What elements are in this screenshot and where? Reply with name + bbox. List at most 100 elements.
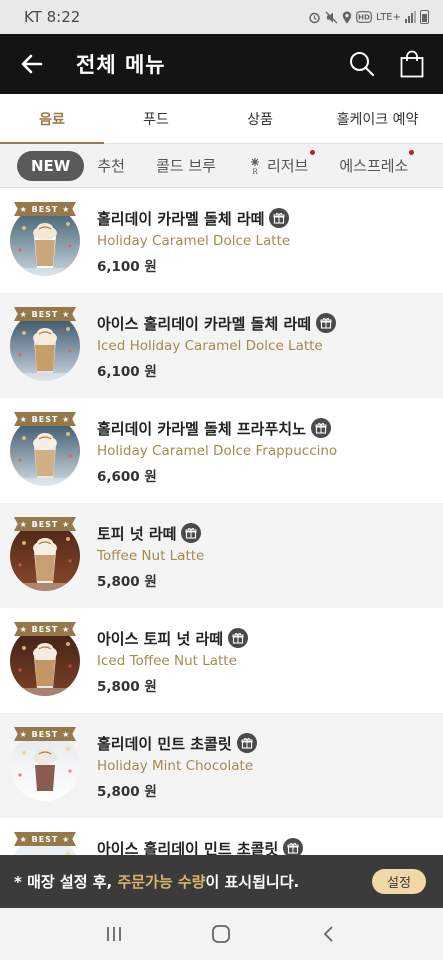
shopping-bag-icon	[400, 50, 424, 78]
menu-item[interactable]: ★ BEST ★ 홀리데이 민트 초콜릿 Holiday Mint Chocolat…	[0, 713, 443, 818]
best-badge-label: ★ BEST ★	[14, 727, 76, 741]
menu-item[interactable]: ★ BEST ★ 토피 넛 라떼 Toffee Nut Latte 5,800 원	[0, 503, 443, 608]
svg-text:HD: HD	[358, 14, 370, 22]
menu-item-name: 아이스 토피 넛 라떼	[97, 629, 224, 648]
menu-item-name-row: 토피 넛 라떼	[97, 522, 204, 544]
menu-item-english-name: Holiday Caramel Dolce Latte	[97, 233, 291, 249]
menu-item[interactable]: ★ BEST ★ 아이스 홀리데이 카라멜 돌체 라떼 Iced Holiday C…	[0, 293, 443, 398]
menu-item-name: 홀리데이 카라멜 돌체 프라푸치노	[97, 419, 306, 438]
menu-item-price: 6,600 원	[97, 469, 157, 485]
back-nav-button[interactable]	[309, 925, 349, 943]
tab-food[interactable]: 푸드	[104, 94, 208, 144]
best-badge: ★ BEST ★	[14, 307, 76, 323]
best-badge: ★ BEST ★	[14, 727, 76, 743]
menu-item-name: 아이스 홀리데이 카라멜 돌체 라떼	[97, 314, 312, 333]
tab-goods[interactable]: 상품	[208, 94, 312, 144]
menu-item-name-row: 홀리데이 카라멜 돌체 라떼	[97, 207, 290, 229]
best-badge-label: ★ BEST ★	[14, 622, 76, 636]
new-dot-indicator	[310, 150, 316, 155]
filter-espresso[interactable]: 에스프레소	[339, 150, 415, 176]
notice-suffix: 이 표시됩니다.	[205, 873, 300, 891]
menu-item-name: 홀리데이 카라멜 돌체 라떼	[97, 209, 265, 228]
gift-icon[interactable]	[310, 418, 331, 438]
carrier-time: KT 8:22	[24, 8, 81, 26]
filter-label: 리저브	[266, 157, 309, 175]
new-dot-indicator	[409, 150, 415, 155]
filter-label: 콜드 브루	[155, 157, 216, 175]
location-icon	[342, 11, 352, 23]
status-icons: HD LTE+	[308, 10, 429, 24]
menu-list: ★ BEST ★ 홀리데이 카라멜 돌체 라떼 Holiday Caramel Do…	[0, 188, 443, 923]
best-badge-label: ★ BEST ★	[14, 307, 76, 321]
menu-item-price: 5,800 원	[97, 574, 157, 590]
home-icon	[212, 925, 231, 943]
tab-whole-cake[interactable]: 홀케이크 예약	[312, 94, 443, 144]
best-badge-label: ★ BEST ★	[14, 517, 76, 531]
menu-item-info: 홀리데이 민트 초콜릿 Holiday Mint Chocolate 5,800 원	[97, 732, 257, 800]
menu-item-name-row: 아이스 토피 넛 라떼	[97, 627, 249, 649]
battery-icon	[420, 10, 429, 24]
menu-item-price: 6,100 원	[97, 259, 157, 275]
menu-item[interactable]: ★ BEST ★ 홀리데이 카라멜 돌체 프라푸치노 Holiday Caramel…	[0, 398, 443, 503]
best-badge: ★ BEST ★	[14, 202, 76, 218]
back-button[interactable]	[4, 34, 60, 94]
filter-cold-brew[interactable]: 콜드 브루	[156, 155, 216, 176]
app-screen: KT 8:22 HD LTE+ 전체 메뉴 음료 푸드 상품 홀케이크 예약 N…	[0, 0, 443, 960]
best-badge-label: ★ BEST ★	[14, 832, 76, 846]
gift-icon[interactable]	[236, 733, 257, 753]
hd-voice-icon: HD	[356, 11, 372, 23]
alarm-icon	[309, 12, 320, 23]
lte-label: LTE+	[376, 11, 401, 23]
search-icon	[350, 52, 374, 76]
best-badge: ★ BEST ★	[14, 622, 76, 638]
search-button[interactable]	[337, 34, 387, 94]
gift-icon[interactable]	[316, 313, 337, 333]
notice-highlight: 주문가능 수량	[117, 873, 206, 891]
home-button[interactable]	[201, 924, 241, 944]
gift-icon[interactable]	[269, 208, 290, 228]
best-badge: ★ BEST ★	[14, 832, 76, 848]
menu-item-name: 홀리데이 민트 초콜릿	[97, 734, 232, 753]
menu-item-price: 5,800 원	[97, 784, 157, 800]
category-tabs: 음료 푸드 상품 홀케이크 예약	[0, 94, 443, 145]
cart-button[interactable]	[387, 34, 437, 94]
signal-icon	[405, 11, 416, 23]
gift-icon[interactable]	[181, 523, 202, 543]
store-setting-notice: * 매장 설정 후, 주문가능 수량 이 표시됩니다. 설정	[0, 855, 443, 908]
menu-item-english-name: Iced Toffee Nut Latte	[97, 653, 237, 669]
menu-item-name-row: 아이스 홀리데이 카라멜 돌체 라떼	[97, 312, 337, 334]
menu-item-english-name: Holiday Caramel Dolce Frappuccino	[97, 443, 338, 459]
menu-item-price: 5,800 원	[97, 679, 157, 695]
mute-icon	[325, 11, 338, 23]
menu-item-english-name: Toffee Nut Latte	[97, 548, 205, 564]
menu-item-info: 토피 넛 라떼 Toffee Nut Latte 5,800 원	[97, 522, 204, 590]
app-header: 전체 메뉴	[0, 34, 443, 94]
best-badge: ★ BEST ★	[14, 412, 76, 428]
status-bar: KT 8:22 HD LTE+	[0, 0, 443, 34]
filter-label: 추천	[97, 157, 125, 175]
gift-icon[interactable]	[228, 628, 249, 648]
menu-item[interactable]: ★ BEST ★ 홀리데이 카라멜 돌체 라떼 Holiday Caramel Do…	[0, 188, 443, 293]
menu-item-info: 홀리데이 카라멜 돌체 라떼 Holiday Caramel Dolce Latt…	[97, 207, 290, 275]
best-badge: ★ BEST ★	[14, 517, 76, 533]
menu-item-english-name: Holiday Mint Chocolate	[97, 758, 254, 774]
best-badge-label: ★ BEST ★	[14, 202, 76, 216]
menu-item[interactable]: ★ BEST ★ 아이스 토피 넛 라떼 Iced Toffee Nut Latte…	[0, 608, 443, 713]
store-setting-button[interactable]: 설정	[372, 869, 426, 894]
best-badge-label: ★ BEST ★	[14, 412, 76, 426]
system-nav-bar	[0, 908, 443, 960]
menu-item-name-row: 홀리데이 카라멜 돌체 프라푸치노	[97, 417, 337, 439]
chevron-left-icon	[323, 926, 333, 942]
page-title: 전체 메뉴	[76, 53, 166, 77]
reserve-mark-letter: R	[252, 168, 258, 175]
filter-reserve[interactable]: R 리저브	[247, 150, 316, 176]
tab-beverage[interactable]: 음료	[0, 94, 104, 145]
menu-item-info: 아이스 홀리데이 카라멜 돌체 라떼 Iced Holiday Caramel D…	[97, 312, 337, 380]
recent-apps-button[interactable]	[94, 925, 134, 943]
subcategory-bar: NEW 추천 콜드 브루 R 리저브 에스프레소	[0, 144, 443, 188]
reserve-star-icon: R	[247, 157, 263, 176]
filter-recommended[interactable]: 추천	[97, 155, 125, 176]
filter-new-chip[interactable]: NEW	[17, 150, 85, 181]
menu-item-info: 홀리데이 카라멜 돌체 프라푸치노 Holiday Caramel Dolce F…	[97, 417, 337, 485]
menu-item-info: 아이스 토피 넛 라떼 Iced Toffee Nut Latte 5,800 원	[97, 627, 249, 695]
